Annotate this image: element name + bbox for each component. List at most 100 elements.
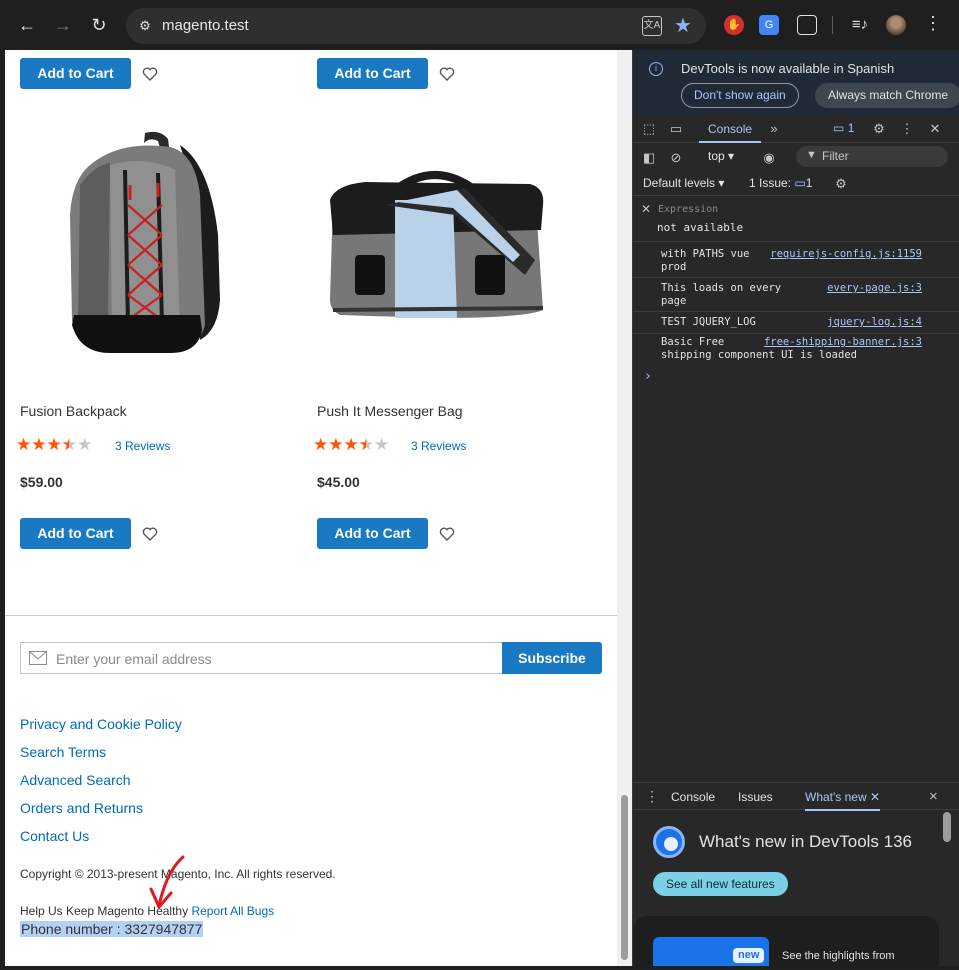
drawer-tab-issues[interactable]: Issues (738, 783, 773, 811)
browser-toolbar: ← → ↻ ⚙ magento.test 文A ★ ✋ G ≡♪ ⋮ (0, 0, 959, 50)
message-count: 1 (847, 121, 855, 135)
filter-placeholder: Filter (822, 149, 849, 163)
close-devtools-icon[interactable]: ✕ (927, 121, 943, 137)
profile-avatar[interactable] (886, 15, 906, 35)
console-settings-gear-icon[interactable]: ⚙ (833, 176, 849, 192)
console-prompt[interactable]: › (644, 369, 652, 384)
log-source-link[interactable]: jquery-log.js:4 (827, 316, 922, 329)
info-icon: i (649, 62, 663, 76)
product-name[interactable]: Push It Messenger Bag (317, 403, 463, 419)
message-icon: ▭ (833, 121, 845, 135)
log-source-link[interactable]: every-page.js:3 (827, 282, 922, 295)
see-all-features-button[interactable]: See all new features (653, 872, 788, 896)
console-toolbar: ◧ ⊘ top ▾ ◉ ▼ Filter (633, 144, 959, 170)
expression-label[interactable]: Expression (658, 204, 718, 215)
site-settings-icon[interactable]: ⚙ (136, 17, 154, 35)
devtools-menu-icon[interactable]: ⋮ (899, 121, 915, 137)
product-price: $59.00 (20, 474, 63, 490)
reviews-link[interactable]: 3 Reviews (115, 439, 170, 453)
wishlist-heart-icon[interactable] (439, 66, 455, 82)
wishlist-heart-icon[interactable] (142, 66, 158, 82)
issues-label: 1 Issue: (749, 176, 792, 190)
console-levels-row: Default levels ▾ 1 Issue: ▭1 ⚙ (633, 170, 959, 196)
bookmark-star-icon[interactable]: ★ (674, 13, 692, 38)
device-toolbar-icon[interactable]: ▭ (668, 121, 684, 137)
console-filter-input[interactable]: ▼ Filter (796, 146, 948, 167)
settings-gear-icon[interactable]: ⚙ (871, 121, 887, 137)
tab-console[interactable]: Console (699, 115, 762, 143)
reload-icon[interactable]: ↻ (87, 13, 111, 37)
inspect-element-icon[interactable]: ⬚ (641, 121, 657, 137)
translate-extension-icon[interactable]: G (759, 15, 779, 35)
whats-new-title: What's new in DevTools 136 (699, 832, 913, 851)
footer-link-contact-us[interactable]: Contact Us (20, 828, 89, 844)
report-bugs-link[interactable]: Report All Bugs (191, 904, 274, 918)
wishlist-heart-icon[interactable] (439, 526, 455, 542)
page-scrollbar-thumb[interactable] (621, 795, 628, 960)
messenger-bag-image[interactable] (325, 160, 550, 325)
stop-extension-icon[interactable]: ✋ (724, 15, 744, 35)
live-expression-eye-icon[interactable]: ◉ (761, 150, 777, 166)
browser-menu-icon[interactable]: ⋮ (924, 13, 942, 34)
console-log-row: Basic Free shipping component UI is loade… (633, 334, 959, 366)
back-icon[interactable]: ← (15, 13, 39, 37)
newsletter-email-input[interactable]: Enter your email address (20, 642, 503, 674)
clear-console-icon[interactable]: ⊘ (668, 150, 684, 166)
context-selector[interactable]: top ▾ (708, 149, 734, 163)
close-drawer-icon[interactable]: × (929, 788, 938, 805)
chrome-devtools-logo (653, 826, 685, 858)
issues-counter[interactable]: 1 Issue: ▭1 (749, 176, 812, 190)
issues-icon: ▭ (794, 176, 806, 190)
product-name[interactable]: Fusion Backpack (20, 403, 127, 419)
product-price: $45.00 (317, 474, 360, 490)
add-to-cart-button[interactable]: Add to Cart (317, 518, 428, 549)
footer-link-advanced-search[interactable]: Advanced Search (20, 772, 131, 788)
whats-new-label: What's new (805, 790, 867, 804)
sidebar-toggle-icon[interactable]: ◧ (641, 150, 657, 166)
email-placeholder: Enter your email address (56, 651, 212, 667)
toolbar-separator (832, 16, 833, 34)
url-text[interactable]: magento.test (162, 17, 249, 34)
envelope-icon (29, 651, 47, 665)
drawer-menu-icon[interactable]: ⋮ (645, 788, 659, 805)
translate-icon[interactable]: 文A (642, 16, 662, 36)
console-log-row: This loads on every page every-page.js:3 (633, 280, 959, 312)
footer-link-orders-returns[interactable]: Orders and Returns (20, 800, 143, 816)
more-tabs-chevron-icon[interactable]: » (766, 121, 782, 137)
page-scrollbar[interactable] (617, 50, 632, 966)
address-bar[interactable]: ⚙ magento.test 文A ★ (126, 8, 706, 44)
fusion-backpack-image[interactable] (50, 125, 230, 360)
always-match-chrome-button[interactable]: Always match Chrome (815, 83, 959, 108)
console-log-row: TEST JQUERY_LOG jquery-log.js:4 (633, 314, 959, 334)
footer-divider (5, 615, 617, 616)
log-source-link[interactable]: requirejs-config.js:1159 (770, 248, 922, 261)
infobar-message: DevTools is now available in Spanish (681, 61, 895, 76)
context-value: top (708, 149, 725, 163)
add-to-cart-button[interactable]: Add to Cart (20, 518, 131, 549)
page-viewport: Add to Cart Add to Cart Fusion Backpack … (5, 50, 617, 966)
drawer-scrollbar-thumb[interactable] (943, 812, 951, 842)
wishlist-heart-icon[interactable] (142, 526, 158, 542)
devtools-tabbar: ⬚ ▭ Console » ▭ 1 ⚙ ⋮ ✕ (633, 115, 959, 143)
remove-expression-icon[interactable]: ✕ (641, 202, 651, 216)
drawer-tab-console[interactable]: Console (671, 783, 715, 811)
message-count-badge[interactable]: ▭ 1 (833, 121, 854, 135)
subscribe-button[interactable]: Subscribe (502, 642, 602, 674)
phone-number-text: Phone number : 3327947877 (20, 921, 204, 937)
forward-icon[interactable]: → (51, 13, 75, 37)
footer-link-search-terms[interactable]: Search Terms (20, 744, 106, 760)
drawer-tab-whats-new[interactable]: What's new ✕ (805, 783, 881, 811)
log-message: with PATHS vue prod (661, 248, 750, 273)
filter-icon: ▼ (806, 149, 817, 161)
add-to-cart-button[interactable]: Add to Cart (20, 58, 131, 89)
log-levels-dropdown[interactable]: Default levels ▾ (643, 176, 724, 190)
log-message: This loads on every page (661, 282, 782, 307)
media-controls-icon[interactable]: ≡♪ (850, 15, 870, 35)
dont-show-again-button[interactable]: Don't show again (681, 83, 799, 108)
extensions-puzzle-icon[interactable] (797, 15, 817, 35)
language-infobar: i DevTools is now available in Spanish D… (633, 50, 959, 115)
log-source-link[interactable]: free-shipping-banner.js:3 (764, 336, 922, 349)
footer-link-privacy[interactable]: Privacy and Cookie Policy (20, 716, 182, 732)
reviews-link[interactable]: 3 Reviews (411, 439, 466, 453)
add-to-cart-button[interactable]: Add to Cart (317, 58, 428, 89)
